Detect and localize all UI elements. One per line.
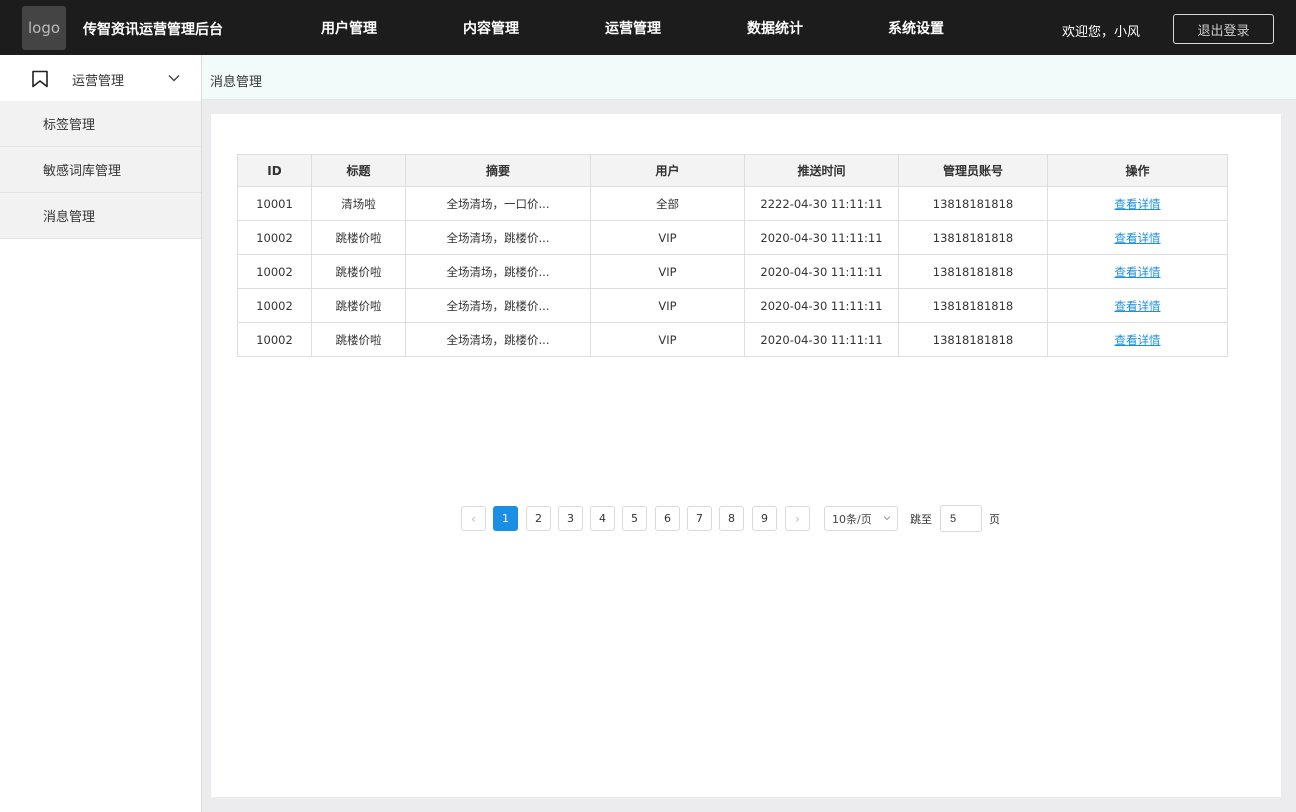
view-details-link[interactable]: 查看详情 — [1115, 197, 1161, 211]
column-header-admin-account: 管理员账号 — [898, 154, 1048, 187]
sidebar-item-messages[interactable]: 消息管理 — [0, 193, 201, 239]
nav-data-statistics[interactable]: 数据统计 — [747, 18, 803, 38]
cell-admin-account: 13818181818 — [898, 220, 1048, 255]
view-details-link[interactable]: 查看详情 — [1115, 333, 1161, 347]
page-unit-label: 页 — [989, 513, 1000, 526]
cell-user: VIP — [590, 322, 745, 357]
cell-summary: 全场清场，跳楼价... — [405, 322, 591, 357]
cell-push-time: 2020-04-30 11:11:11 — [744, 288, 899, 323]
nav-user-management[interactable]: 用户管理 — [321, 18, 377, 38]
cell-action: 查看详情 — [1047, 220, 1228, 255]
table-row: 10002 跳楼价啦 全场清场，跳楼价... VIP 2020-04-30 11… — [237, 254, 1228, 289]
cell-summary: 全场清场，一口价... — [405, 186, 591, 221]
cell-push-time: 2020-04-30 11:11:11 — [744, 322, 899, 357]
cell-push-time: 2222-04-30 11:11:11 — [744, 186, 899, 221]
nav-system-settings[interactable]: 系统设置 — [888, 18, 944, 38]
cell-id: 10002 — [237, 220, 312, 255]
cell-admin-account: 13818181818 — [898, 288, 1048, 323]
cell-action: 查看详情 — [1047, 254, 1228, 289]
cell-title: 清场啦 — [311, 186, 406, 221]
table-row: 10002 跳楼价啦 全场清场，跳楼价... VIP 2020-04-30 11… — [237, 220, 1228, 255]
cell-id: 10002 — [237, 254, 312, 289]
view-details-link[interactable]: 查看详情 — [1115, 299, 1161, 313]
jump-to-page-input[interactable] — [940, 505, 982, 532]
cell-action: 查看详情 — [1047, 186, 1228, 221]
pagination-page-8[interactable]: 8 — [719, 506, 744, 531]
sidebar-group-operations[interactable]: 运营管理 — [0, 55, 201, 101]
pagination-page-6[interactable]: 6 — [655, 506, 680, 531]
pagination-page-3[interactable]: 3 — [558, 506, 583, 531]
table-row: 10001 清场啦 全场清场，一口价... 全部 2222-04-30 11:1… — [237, 186, 1228, 221]
cell-title: 跳楼价啦 — [311, 322, 406, 357]
page-size-select[interactable]: 10条/页 — [824, 506, 898, 531]
nav-operations-management[interactable]: 运营管理 — [605, 18, 661, 38]
table-row: 10002 跳楼价啦 全场清场，跳楼价... VIP 2020-04-30 11… — [237, 322, 1228, 357]
jump-to-label: 跳至 — [910, 513, 932, 526]
chevron-down-icon[interactable] — [168, 74, 180, 82]
bookmark-icon — [32, 70, 48, 88]
cell-action: 查看详情 — [1047, 322, 1228, 357]
cell-user: VIP — [590, 288, 745, 323]
column-header-summary: 摘要 — [405, 154, 591, 187]
cell-admin-account: 13818181818 — [898, 186, 1048, 221]
top-bar: logo 传智资讯运营管理后台 用户管理 内容管理 运营管理 数据统计 系统设置… — [0, 0, 1296, 55]
cell-push-time: 2020-04-30 11:11:11 — [744, 220, 899, 255]
column-header-id: ID — [237, 154, 312, 187]
column-header-title: 标题 — [311, 154, 406, 187]
pagination-prev-button[interactable]: ‹ — [461, 506, 486, 531]
cell-title: 跳楼价啦 — [311, 288, 406, 323]
breadcrumb: 消息管理 — [210, 75, 263, 90]
cell-admin-account: 13818181818 — [898, 254, 1048, 289]
logout-button[interactable]: 退出登录 — [1173, 14, 1274, 44]
sidebar-item-tags[interactable]: 标签管理 — [0, 101, 201, 147]
cell-id: 10002 — [237, 288, 312, 323]
cell-summary: 全场清场，跳楼价... — [405, 288, 591, 323]
view-details-link[interactable]: 查看详情 — [1115, 265, 1161, 279]
sidebar: 运营管理 标签管理 敏感词库管理 消息管理 — [0, 55, 202, 812]
sidebar-group-label: 运营管理 — [72, 74, 125, 89]
cell-push-time: 2020-04-30 11:11:11 — [744, 254, 899, 289]
table-header-row: ID 标题 摘要 用户 推送时间 管理员账号 操作 — [237, 154, 1228, 187]
cell-id: 10001 — [237, 186, 312, 221]
breadcrumb-bar: 消息管理 — [202, 55, 1296, 100]
column-header-action: 操作 — [1047, 154, 1228, 187]
pagination-next-button[interactable]: › — [785, 506, 810, 531]
message-table: ID 标题 摘要 用户 推送时间 管理员账号 操作 10001 清场啦 全场清场… — [237, 154, 1228, 357]
cell-user: 全部 — [590, 186, 745, 221]
pagination-page-7[interactable]: 7 — [687, 506, 712, 531]
nav-content-management[interactable]: 内容管理 — [463, 18, 519, 38]
column-header-push-time: 推送时间 — [744, 154, 899, 187]
app-title: 传智资讯运营管理后台 — [83, 22, 223, 38]
pagination-page-2[interactable]: 2 — [526, 506, 551, 531]
pagination-page-1[interactable]: 1 — [493, 506, 518, 531]
cell-summary: 全场清场，跳楼价... — [405, 254, 591, 289]
cell-id: 10002 — [237, 322, 312, 357]
cell-summary: 全场清场，跳楼价... — [405, 220, 591, 255]
logo: logo — [22, 6, 66, 50]
page-size-value: 10条/页 — [832, 512, 872, 526]
cell-action: 查看详情 — [1047, 288, 1228, 323]
table-row: 10002 跳楼价啦 全场清场，跳楼价... VIP 2020-04-30 11… — [237, 288, 1228, 323]
welcome-text: 欢迎您，小风 — [1062, 25, 1141, 40]
chevron-down-icon — [883, 516, 891, 521]
pagination-page-5[interactable]: 5 — [622, 506, 647, 531]
cell-user: VIP — [590, 254, 745, 289]
sidebar-item-sensitive-words[interactable]: 敏感词库管理 — [0, 147, 201, 193]
cell-title: 跳楼价啦 — [311, 254, 406, 289]
pagination-page-4[interactable]: 4 — [590, 506, 615, 531]
cell-title: 跳楼价啦 — [311, 220, 406, 255]
column-header-user: 用户 — [590, 154, 745, 187]
cell-admin-account: 13818181818 — [898, 322, 1048, 357]
content-panel: ID 标题 摘要 用户 推送时间 管理员账号 操作 10001 清场啦 全场清场… — [211, 114, 1281, 797]
view-details-link[interactable]: 查看详情 — [1115, 231, 1161, 245]
pagination-page-9[interactable]: 9 — [752, 506, 777, 531]
cell-user: VIP — [590, 220, 745, 255]
